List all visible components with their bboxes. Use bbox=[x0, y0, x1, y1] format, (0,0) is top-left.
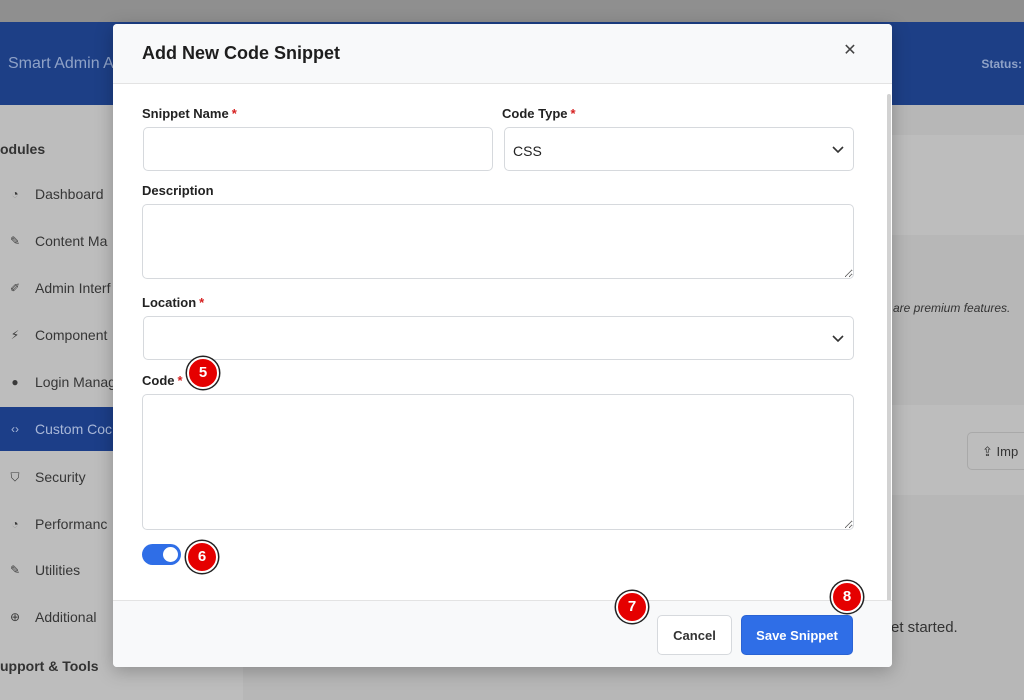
code-type-value: CSS bbox=[513, 143, 542, 159]
required-mark: * bbox=[231, 106, 237, 121]
snippet-name-input[interactable] bbox=[143, 127, 493, 171]
app-brand: Smart Admin A bbox=[8, 55, 114, 72]
location-select[interactable] bbox=[143, 316, 854, 360]
plug-icon: ⚡ bbox=[10, 328, 20, 342]
sidebar-item-label: Security bbox=[35, 469, 86, 485]
required-mark: * bbox=[570, 106, 576, 121]
add-snippet-modal: Add New Code Snippet ✕ Snippet Name * Cod… bbox=[113, 24, 892, 667]
code-label: Code * bbox=[142, 373, 183, 388]
step-marker-5: 5 bbox=[187, 357, 219, 389]
sidebar-item-label: Performanc bbox=[35, 516, 108, 532]
modal-header: Add New Code Snippet ✕ bbox=[113, 24, 892, 84]
required-mark: * bbox=[199, 295, 205, 310]
description-label: Description bbox=[142, 183, 214, 198]
premium-note: are premium features. bbox=[893, 301, 1011, 315]
brush-icon: ✐ bbox=[9, 281, 21, 295]
required-mark: * bbox=[177, 373, 183, 388]
code-textarea[interactable] bbox=[142, 394, 854, 530]
step-marker-8: 8 bbox=[831, 581, 863, 613]
upload-icon: ⇪ bbox=[982, 444, 997, 459]
shield-icon: ⛉ bbox=[10, 469, 20, 484]
description-textarea[interactable] bbox=[142, 204, 854, 279]
sidebar-support-heading: upport & Tools bbox=[0, 658, 99, 674]
user-icon: ● bbox=[11, 375, 19, 389]
sidebar-item-label: Login Manag bbox=[35, 374, 116, 390]
sidebar-modules-heading: odules bbox=[0, 141, 46, 157]
code-type-label: Code Type * bbox=[502, 106, 576, 121]
get-started-text: et started. bbox=[891, 619, 958, 636]
code-icon: ‹› bbox=[11, 422, 19, 436]
snippet-name-label: Snippet Name * bbox=[142, 106, 237, 121]
sidebar-item-label: Additional bbox=[35, 609, 97, 625]
step-marker-6: 6 bbox=[186, 541, 218, 573]
cancel-button[interactable]: Cancel bbox=[657, 615, 732, 655]
browser-top-strip bbox=[0, 0, 1024, 22]
sidebar-item-label: Dashboard bbox=[35, 186, 104, 202]
step-marker-7: 7 bbox=[616, 591, 648, 623]
close-icon[interactable]: ✕ bbox=[840, 41, 860, 61]
status-label: Status: bbox=[981, 57, 1022, 71]
toggle-knob bbox=[163, 547, 178, 562]
sidebar-item-label: Custom Coc bbox=[35, 421, 113, 437]
modal-footer: Cancel Save Snippet bbox=[113, 600, 892, 667]
gauge-icon: ◔ bbox=[11, 187, 19, 201]
code-type-select[interactable]: CSS bbox=[504, 127, 854, 171]
modal-scrollbar[interactable] bbox=[887, 94, 891, 666]
active-toggle[interactable] bbox=[142, 544, 181, 565]
sidebar-item-label: Content Ma bbox=[35, 233, 108, 249]
modal-title: Add New Code Snippet bbox=[142, 43, 340, 63]
location-label: Location * bbox=[142, 295, 205, 310]
import-button-label: Imp bbox=[996, 444, 1019, 459]
sidebar-item-label: Admin Interf bbox=[35, 280, 111, 296]
sidebar-item-label: Utilities bbox=[35, 562, 81, 578]
plus-circle-icon: ⊕ bbox=[9, 610, 21, 624]
pin-icon: ✎ bbox=[9, 234, 21, 248]
import-button[interactable]: ⇪ Imp bbox=[967, 432, 1024, 470]
wrench-icon: ✎ bbox=[9, 563, 21, 577]
save-snippet-button[interactable]: Save Snippet bbox=[741, 615, 853, 655]
sidebar-item-label: Component bbox=[35, 327, 108, 343]
chevron-down-icon bbox=[832, 146, 844, 154]
gauge-icon: ◔ bbox=[11, 517, 19, 531]
chevron-down-icon bbox=[832, 335, 844, 343]
